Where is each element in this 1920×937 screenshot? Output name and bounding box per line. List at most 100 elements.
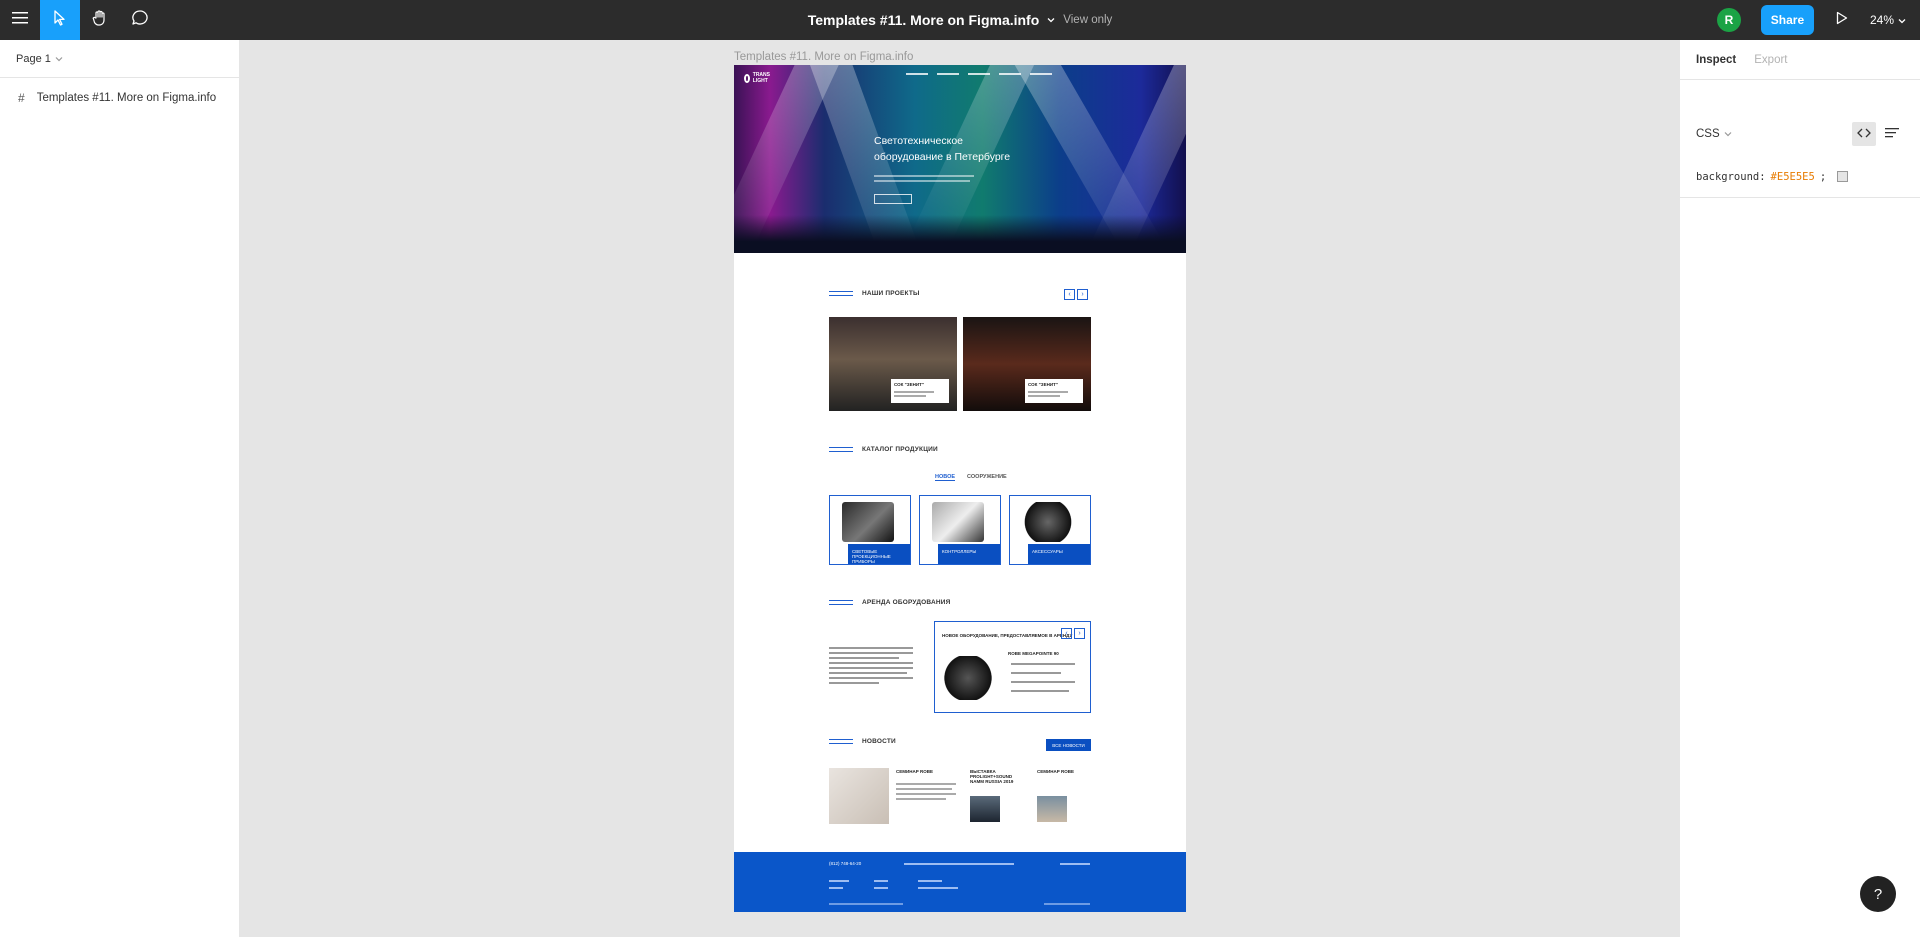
play-icon xyxy=(1836,11,1848,30)
crowd-silhouette xyxy=(734,215,1186,253)
chevron-down-icon[interactable] xyxy=(1047,15,1055,26)
all-news-button: ВСЕ НОВОСТИ xyxy=(1046,739,1091,751)
rent-description xyxy=(829,647,913,687)
news-text-line xyxy=(896,783,956,785)
news-image xyxy=(1037,796,1067,822)
code-view-button[interactable] xyxy=(1852,122,1876,146)
news-image xyxy=(829,768,889,824)
inspect-panel: Inspect Export CSS background: #E5E5E5; xyxy=(1679,40,1920,937)
catalog-card: КОНТРОЛЛЕРЫ xyxy=(919,495,1001,565)
cursor-icon xyxy=(53,9,67,31)
css-code-line[interactable]: background: #E5E5E5; xyxy=(1680,156,1920,198)
site-footer: (812) 748-64-20 xyxy=(734,852,1186,912)
design-frame[interactable]: TRANS LIGHT Светотехническое оборудование… xyxy=(734,65,1186,912)
zoom-control[interactable]: 24% xyxy=(1870,13,1906,27)
chevron-left-icon: ‹ xyxy=(1064,289,1075,300)
list-view-button[interactable] xyxy=(1880,122,1904,146)
share-button[interactable]: Share xyxy=(1760,5,1814,35)
code-toolbar: CSS xyxy=(1680,112,1920,156)
section-title-text: АРЕНДА ОБОРУДОВАНИЯ xyxy=(862,599,951,606)
chevron-right-icon: › xyxy=(1074,628,1085,639)
toolbar: Templates #11. More on Figma.info View o… xyxy=(0,0,1920,40)
chevron-left-icon: ‹ xyxy=(1061,628,1072,639)
main-menu-button[interactable] xyxy=(0,0,40,40)
page-selector-label: Page 1 xyxy=(16,52,51,65)
section-title-rent: АРЕНДА ОБОРУДОВАНИЯ xyxy=(829,599,951,606)
site-nav xyxy=(906,73,1052,75)
rent-spec-line xyxy=(1011,663,1075,665)
section-title-text: КАТАЛОГ ПРОДУКЦИИ xyxy=(862,446,938,453)
catalog-tab: НОВОЕ xyxy=(935,474,956,481)
code-icon xyxy=(1857,125,1871,143)
zoom-level: 24% xyxy=(1869,13,1894,27)
file-title[interactable]: Templates #11. More on Figma.info xyxy=(808,12,1040,28)
news-title: СЕМИНАР ROBE xyxy=(896,769,933,774)
news-title: СЕМИНАР ROBE xyxy=(1037,769,1074,774)
title-lines-icon xyxy=(829,600,853,605)
avatar[interactable]: R xyxy=(1716,8,1741,32)
code-language-select[interactable]: CSS xyxy=(1696,128,1732,140)
inspect-tabs: Inspect Export xyxy=(1680,40,1920,80)
section-title-text: НАШИ ПРОЕКТЫ xyxy=(862,290,920,297)
hand-icon xyxy=(91,9,109,32)
present-button[interactable] xyxy=(1828,0,1856,40)
layers-panel: Page 1 # Templates #11. More on Figma.in… xyxy=(0,40,240,937)
catalog-tab: СООРУЖЕНИЕ xyxy=(967,474,1007,480)
css-value: #E5E5E5 xyxy=(1770,170,1815,183)
section-title-catalog: КАТАЛОГ ПРОДУКЦИИ xyxy=(829,446,938,453)
page-selector[interactable]: Page 1 xyxy=(0,40,239,78)
rent-spec-line xyxy=(1011,672,1061,674)
chevron-down-icon xyxy=(1724,128,1732,140)
css-property: background: xyxy=(1696,170,1766,183)
news-title: ВЫСТАВКА PROLIGHT+SOUND NAMM RUSSIA 2019 xyxy=(970,769,1014,784)
hero-image: TRANS LIGHT Светотехническое оборудование… xyxy=(734,65,1186,253)
news-text-line xyxy=(896,788,952,790)
section-title-text: НОВОСТИ xyxy=(862,738,896,745)
catalog-label: АКСЕССУАРЫ xyxy=(1028,544,1090,564)
move-tool-button[interactable] xyxy=(40,0,80,40)
comment-tool-button[interactable] xyxy=(120,0,160,40)
news-text-line xyxy=(896,798,946,800)
hamburger-icon xyxy=(12,11,28,29)
rent-product-image xyxy=(943,656,993,700)
title-lines-icon xyxy=(829,447,853,452)
tab-export[interactable]: Export xyxy=(1754,54,1787,66)
chevron-down-icon xyxy=(1898,13,1906,27)
css-terminator: ; xyxy=(1819,170,1827,183)
rent-spec-line xyxy=(1011,690,1069,692)
rent-spec-line xyxy=(1011,681,1075,683)
frame-label[interactable]: Templates #11. More on Figma.info xyxy=(734,51,913,63)
catalog-label: СВЕТОВЫЕ ПРОЕКЦИОННЫЕ ПРИБОРЫ xyxy=(848,544,910,564)
news-text-line xyxy=(896,793,956,795)
footer-phone: (812) 748-64-20 xyxy=(829,861,862,866)
news-image xyxy=(970,796,1000,822)
color-swatch xyxy=(1837,171,1849,182)
file-title-area: Templates #11. More on Figma.info View o… xyxy=(0,0,1920,40)
catalog-card: СВЕТОВЫЕ ПРОЕКЦИОННЫЕ ПРИБОРЫ xyxy=(829,495,911,565)
hero-text-line xyxy=(874,175,974,177)
tab-inspect[interactable]: Inspect xyxy=(1696,54,1736,66)
comment-icon xyxy=(131,9,149,32)
layer-item-label: Templates #11. More on Figma.info xyxy=(36,92,217,104)
view-mode-label: View only xyxy=(1063,14,1113,26)
question-icon: ? xyxy=(1873,885,1883,903)
projects-arrows: ‹ › xyxy=(1064,289,1088,300)
code-language-label: CSS xyxy=(1696,128,1720,140)
list-icon xyxy=(1885,125,1899,143)
frame-icon: # xyxy=(18,91,25,105)
rent-card: НОВОЕ ОБОРУДОВАНИЕ, ПРЕДОСТАВЛЯЕМОЕ В АР… xyxy=(934,621,1091,713)
hero-title: Светотехническое оборудование в Петербур… xyxy=(874,135,1011,163)
section-title-news: НОВОСТИ xyxy=(829,738,896,745)
hand-tool-button[interactable] xyxy=(80,0,120,40)
title-lines-icon xyxy=(829,291,853,296)
hero-text-line xyxy=(874,180,970,182)
help-button[interactable]: ? xyxy=(1860,876,1896,912)
chevron-right-icon: › xyxy=(1077,289,1088,300)
chevron-down-icon xyxy=(55,53,63,65)
project-title: СОК "ЗЕНИТ" xyxy=(894,382,924,387)
section-title-projects: НАШИ ПРОЕКТЫ xyxy=(829,290,920,297)
catalog-label: КОНТРОЛЛЕРЫ xyxy=(938,544,1000,564)
catalog-tabs: НОВОЕ СООРУЖЕНИЕ xyxy=(935,474,1007,481)
layer-item[interactable]: # Templates #11. More on Figma.info xyxy=(0,82,239,114)
title-lines-icon xyxy=(829,739,853,744)
